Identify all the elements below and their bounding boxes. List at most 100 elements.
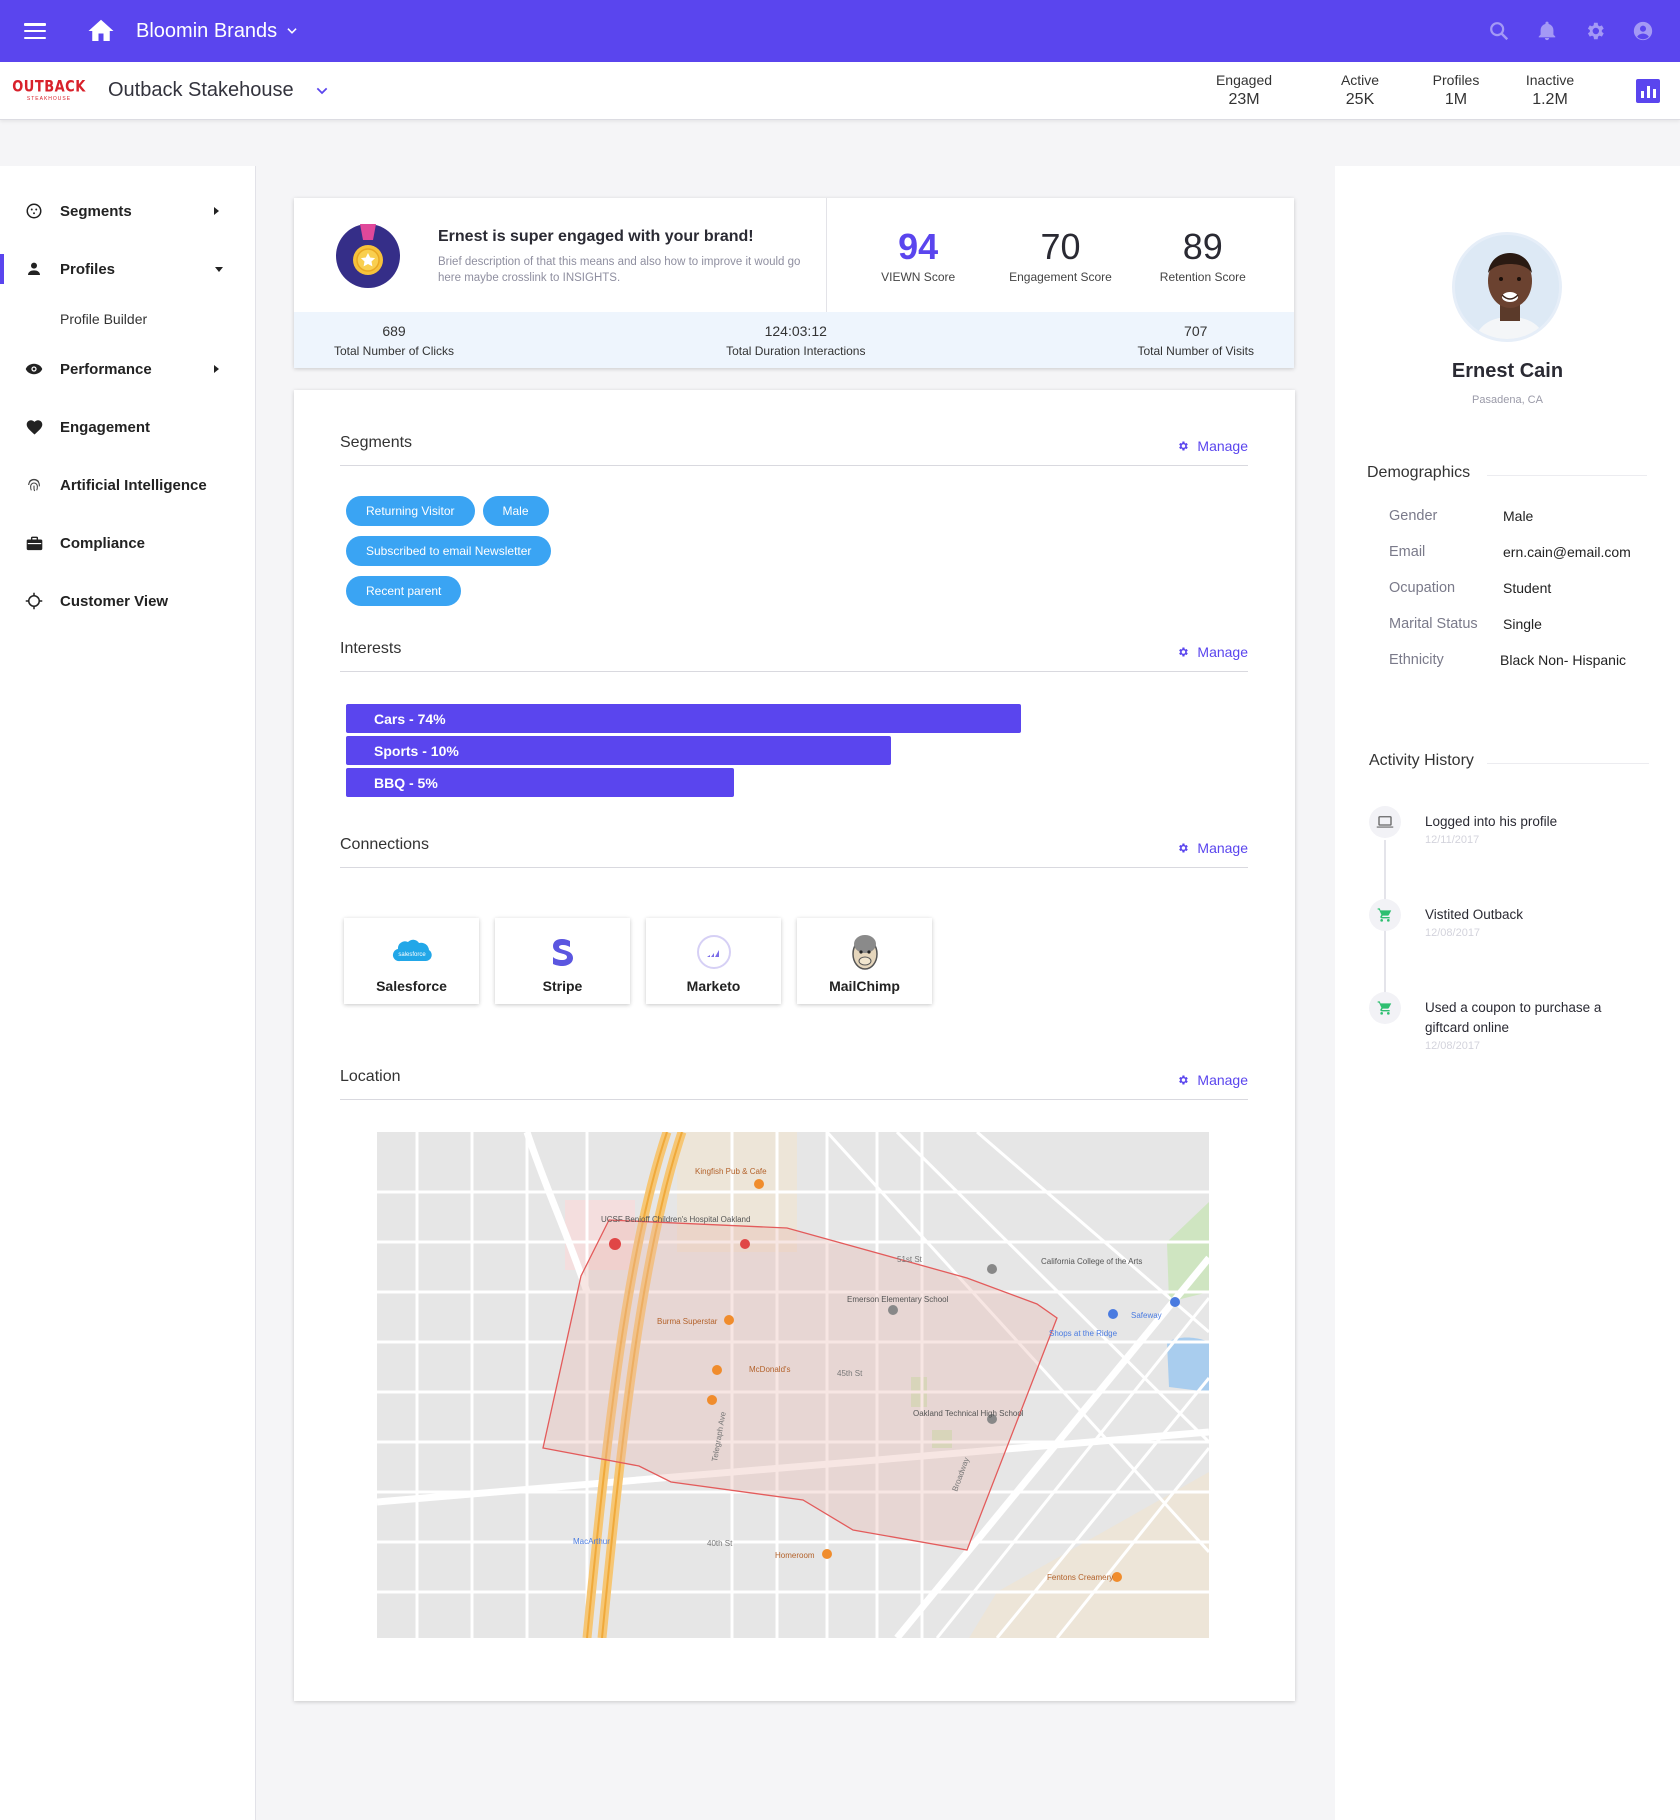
- svg-text:45th St: 45th St: [837, 1369, 863, 1378]
- svg-text:Emerson Elementary School: Emerson Elementary School: [847, 1295, 949, 1304]
- brand-name: Bloomin Brands: [136, 19, 278, 42]
- segments-manage-button[interactable]: Manage: [1177, 438, 1248, 454]
- svg-text:McDonald's: McDonald's: [749, 1365, 791, 1374]
- gear-icon: [1179, 843, 1189, 853]
- gear-icon: [1179, 1075, 1189, 1085]
- avatar: [1452, 232, 1562, 342]
- svg-text:UCSF Benioff Children's Hospit: UCSF Benioff Children's Hospital Oakland: [601, 1215, 750, 1224]
- totals-band: 689 Total Number of Clicks 124:03:12 Total…: [294, 312, 1294, 368]
- heart-icon: [24, 417, 44, 437]
- header-stats: Engaged 23M Active 25K Profiles 1M Inactive…: [1186, 72, 1668, 109]
- briefcase-icon: [24, 533, 44, 553]
- activity-item: Logged into his profile 12/11/2017: [1369, 806, 1659, 899]
- location-section-header: Location Manage: [340, 1068, 1248, 1100]
- store-chevron-down-icon[interactable]: [314, 83, 330, 99]
- bar-chart-icon[interactable]: [1636, 78, 1660, 103]
- brand-selector[interactable]: Bloomin Brands: [136, 20, 299, 43]
- demographics-title: Demographics: [1367, 464, 1647, 482]
- sidebar-item-compliance[interactable]: Compliance: [0, 514, 255, 572]
- connection-marketo[interactable]: Marketo: [646, 918, 781, 1004]
- caret-right-icon: [214, 365, 219, 373]
- connection-stripe[interactable]: Stripe: [495, 918, 630, 1004]
- fingerprint-icon: [24, 475, 44, 495]
- outback-logo: OUTBACK STEAKHOUSE: [12, 78, 86, 102]
- connections-section-header: Connections Manage: [340, 836, 1248, 868]
- top-app-bar: Bloomin Brands: [0, 0, 1680, 62]
- account-circle-icon[interactable]: [1632, 20, 1654, 42]
- svg-text:Burma Superstar: Burma Superstar: [657, 1317, 718, 1326]
- connection-mailchimp[interactable]: MailChimp: [797, 918, 932, 1004]
- connections-title: Connections: [340, 836, 429, 853]
- caret-down-icon: [215, 267, 223, 272]
- interests-manage-button[interactable]: Manage: [1177, 644, 1248, 660]
- activity-history-title: Activity History: [1369, 752, 1649, 770]
- location-manage-button[interactable]: Manage: [1177, 1072, 1248, 1088]
- segment-chip[interactable]: Subscribed to email Newsletter: [346, 536, 552, 566]
- sidebar-item-segments[interactable]: Segments: [0, 182, 255, 240]
- sidebar-item-engagement[interactable]: Engagement: [0, 398, 255, 456]
- medal-badge-icon: [336, 224, 400, 288]
- profile-location: Pasadena, CA: [1472, 394, 1543, 406]
- total-visits: 707 Total Number of Visits: [1137, 323, 1254, 358]
- notifications-bell-icon[interactable]: [1536, 20, 1558, 42]
- crosshair-icon: [24, 591, 44, 611]
- interests-section-header: Interests Manage: [340, 640, 1248, 672]
- engagement-headline: Ernest is super engaged with your brand!: [438, 228, 754, 245]
- brand-subheader: OUTBACK STEAKHOUSE Outback Stakehouse En…: [0, 62, 1680, 120]
- mailchimp-logo-icon: [851, 935, 878, 970]
- salesforce-cloud-icon: salesforce: [392, 939, 432, 962]
- demographic-row: Ocupation Student: [1389, 580, 1552, 596]
- sidebar-subitem-profile-builder[interactable]: Profile Builder: [0, 298, 255, 340]
- segment-chip[interactable]: Returning Visitor: [346, 496, 475, 526]
- svg-text:40th St: 40th St: [707, 1539, 733, 1548]
- segment-chips: Returning Visitor Male Subscribed to ema…: [346, 496, 846, 616]
- stat-inactive: Inactive 1.2M: [1525, 72, 1575, 108]
- viewn-score: 94 VIEWN Score: [881, 226, 956, 284]
- svg-text:Shops at the Ridge: Shops at the Ridge: [1049, 1329, 1118, 1338]
- svg-text:Fentons Creamery: Fentons Creamery: [1047, 1573, 1113, 1582]
- sidebar-item-artificial-intelligence[interactable]: Artificial Intelligence: [0, 456, 255, 514]
- total-clicks: 689 Total Number of Clicks: [334, 323, 455, 358]
- engagement-score: 70 Engagement Score: [1009, 226, 1112, 284]
- sidebar-item-customer-view[interactable]: Customer View: [0, 572, 255, 630]
- person-icon: [24, 259, 44, 279]
- engagement-summary-card: Ernest is super engaged with your brand!…: [294, 198, 1294, 368]
- location-map[interactable]: UCSF Benioff Children's Hospital Oakland…: [377, 1132, 1209, 1638]
- sidebar-nav: Segments Profiles Profile Builder Perfor…: [0, 166, 256, 1820]
- demographic-row: Gender Male: [1389, 508, 1534, 524]
- search-icon[interactable]: [1488, 20, 1510, 42]
- home-icon[interactable]: [86, 16, 116, 46]
- profile-name: Ernest Cain: [1451, 360, 1564, 382]
- svg-text:California College of the Arts: California College of the Arts: [1041, 1257, 1142, 1266]
- svg-text:Safeway: Safeway: [1131, 1311, 1162, 1320]
- svg-text:MacArthur: MacArthur: [573, 1537, 610, 1546]
- location-title: Location: [340, 1068, 401, 1085]
- shopping-cart-icon: [1369, 992, 1401, 1024]
- demographics-list: Gender Male Email ern.cain@email.com Ocupa…: [1389, 498, 1669, 678]
- stat-engaged: Engaged 23M: [1215, 72, 1273, 108]
- activity-timeline: Logged into his profile 12/11/2017 Vistit…: [1369, 806, 1659, 1085]
- gear-icon: [1179, 441, 1189, 451]
- interest-bar-sports: Sports - 10%: [346, 736, 891, 765]
- connection-salesforce[interactable]: salesforce Salesforce: [344, 918, 479, 1004]
- total-duration: 124:03:12 Total Duration Interactions: [726, 323, 866, 358]
- caret-right-icon: [214, 207, 219, 215]
- store-name: Outback Stakehouse: [108, 79, 294, 101]
- hamburger-menu-icon[interactable]: [24, 23, 46, 39]
- demographic-row: Marital Status Single: [1389, 616, 1542, 632]
- svg-text:Kingfish Pub & Cafe: Kingfish Pub & Cafe: [695, 1167, 767, 1176]
- svg-text:salesforce: salesforce: [398, 952, 426, 958]
- sidebar-item-performance[interactable]: Performance: [0, 340, 255, 398]
- chevron-down-icon: [287, 28, 297, 34]
- stripe-logo-icon: [552, 939, 573, 966]
- demographic-row: Email ern.cain@email.com: [1389, 544, 1631, 560]
- segment-chip[interactable]: Recent parent: [346, 576, 462, 606]
- activity-item: Vistited Outback 12/08/2017: [1369, 899, 1659, 992]
- settings-gear-icon[interactable]: [1584, 20, 1606, 42]
- svg-text:51st St: 51st St: [897, 1255, 923, 1264]
- connections-manage-button[interactable]: Manage: [1177, 840, 1248, 856]
- activity-item: Used a coupon to purchase a giftcard onl…: [1369, 992, 1659, 1085]
- segment-chip[interactable]: Male: [482, 496, 549, 526]
- interests-title: Interests: [340, 640, 402, 657]
- sidebar-item-profiles[interactable]: Profiles: [0, 240, 255, 298]
